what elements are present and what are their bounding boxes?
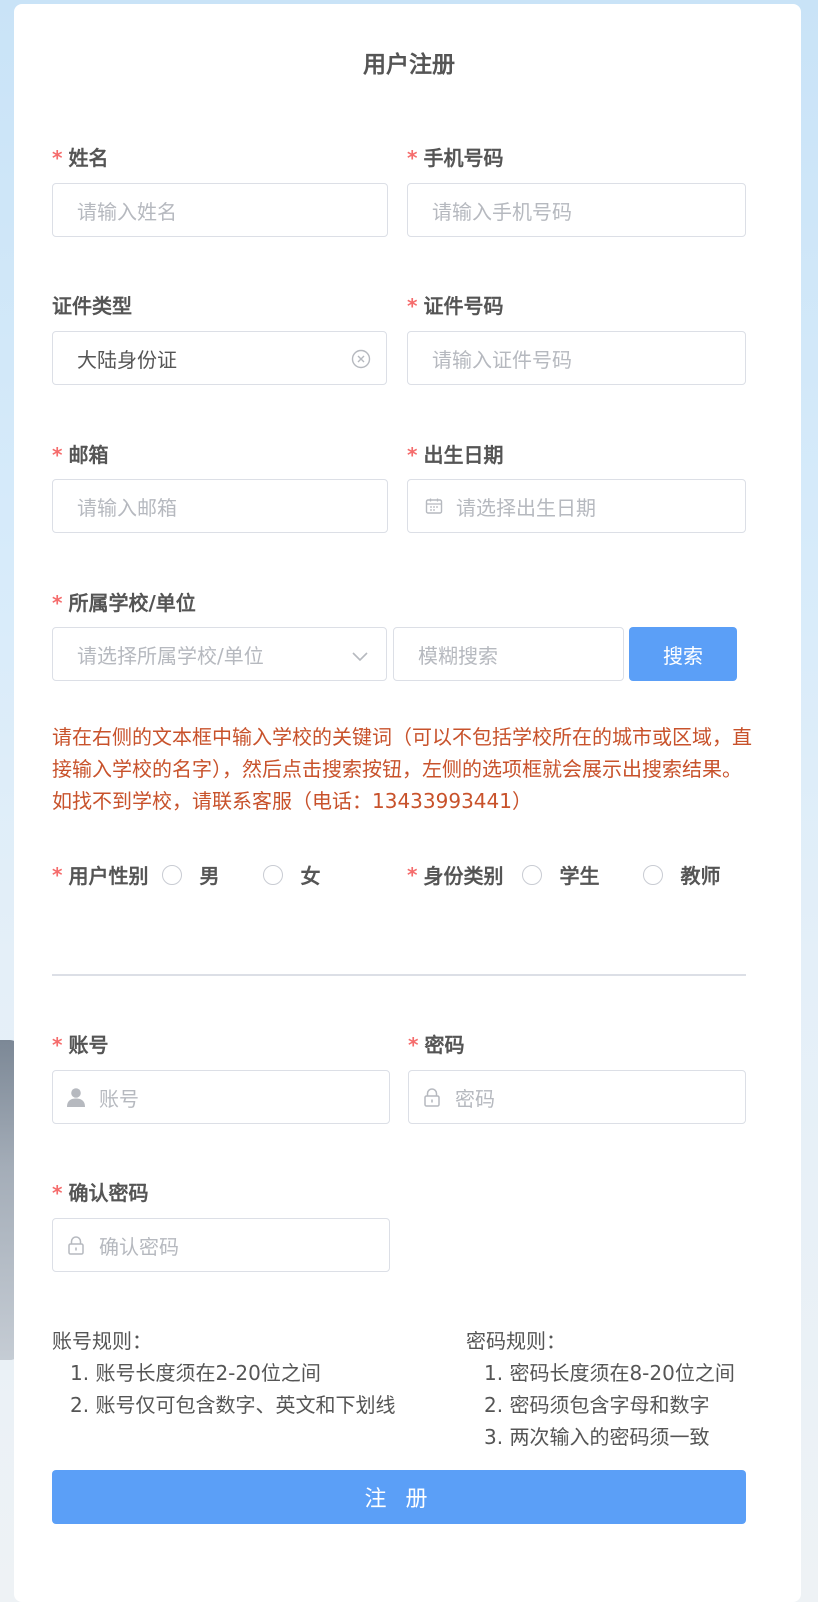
id-type-label: 证件类型 (52, 294, 132, 318)
gender-male-label[interactable]: 男 (199, 860, 219, 889)
password-input[interactable]: 密码 (408, 1070, 746, 1124)
phone-label: * 手机号码 (407, 146, 504, 170)
school-label: * 所属学校/单位 (52, 591, 196, 615)
identity-student-label[interactable]: 学生 (559, 860, 599, 889)
gender-female-radio[interactable] (263, 864, 284, 885)
school-select[interactable]: 请选择所属学校/单位 (52, 627, 387, 681)
id-type-select[interactable]: 大陆身份证 (52, 331, 387, 385)
phone-input[interactable]: 请输入手机号码 (407, 183, 746, 237)
list-item: 1. 密码长度须在8-20位之间 (484, 1361, 735, 1385)
lock-icon (65, 1234, 87, 1256)
email-input[interactable]: 请输入邮箱 (52, 479, 388, 533)
chevron-down-icon (350, 646, 370, 670)
list-item: 2. 密码须包含字母和数字 (484, 1393, 710, 1417)
birth-label: * 出生日期 (407, 443, 504, 467)
lock-icon (421, 1086, 443, 1108)
gender-female-label[interactable]: 女 (300, 860, 320, 889)
password-label: * 密码 (408, 1033, 465, 1057)
page-title: 用户注册 (363, 52, 455, 78)
email-label: * 邮箱 (52, 443, 109, 467)
password-rules: 密码规则： 1. 密码长度须在8-20位之间 2. 密码须包含字母和数字 3. … (466, 1325, 735, 1453)
name-label: * 姓名 (52, 146, 109, 170)
list-item: 1. 账号长度须在2-20位之间 (70, 1361, 321, 1385)
section-divider (52, 974, 746, 976)
identity-group: * 身份类别 学生 教师 (407, 860, 720, 889)
account-rules: 账号规则： 1. 账号长度须在2-20位之间 2. 账号仅可包含数字、英文和下划… (52, 1325, 395, 1421)
list-item: 2. 账号仅可包含数字、英文和下划线 (70, 1393, 396, 1417)
register-button[interactable]: 注 册 (52, 1470, 746, 1524)
birth-date-picker[interactable]: 请选择出生日期 (407, 479, 746, 533)
confirm-password-label: * 确认密码 (52, 1181, 149, 1205)
identity-teacher-label[interactable]: 教师 (680, 860, 720, 889)
id-number-input[interactable]: 请输入证件号码 (407, 331, 746, 385)
user-icon (65, 1086, 87, 1108)
calendar-icon (424, 496, 444, 516)
school-hint-text: 请在右侧的文本框中输入学校的关键词（可以不包括学校所在的城市或区域，直接输入学校… (52, 725, 752, 813)
clear-icon[interactable] (351, 349, 371, 374)
school-search-input[interactable]: 模糊搜索 (393, 627, 624, 681)
account-label: * 账号 (52, 1033, 109, 1057)
name-input[interactable]: 请输入姓名 (52, 183, 388, 237)
gender-group: * 用户性别 男 女 (52, 860, 320, 889)
gender-male-radio[interactable] (162, 864, 183, 885)
identity-teacher-radio[interactable] (643, 864, 664, 885)
confirm-password-input[interactable]: 确认密码 (52, 1218, 390, 1272)
account-input[interactable]: 账号 (52, 1070, 390, 1124)
search-button[interactable]: 搜索 (629, 627, 737, 681)
id-number-label: * 证件号码 (407, 294, 504, 318)
list-item: 3. 两次输入的密码须一致 (484, 1425, 710, 1449)
identity-student-radio[interactable] (522, 864, 543, 885)
